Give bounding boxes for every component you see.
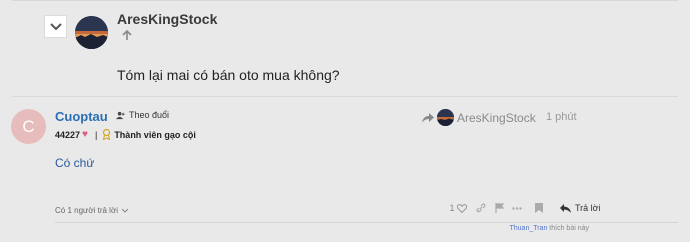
share-arrow-icon bbox=[422, 112, 434, 123]
more-icon bbox=[512, 206, 522, 210]
post-body-text: Có chứ bbox=[55, 156, 95, 170]
medal-icon bbox=[102, 129, 111, 140]
user-score: 44227 bbox=[55, 129, 81, 140]
stats-separator: | bbox=[94, 129, 98, 140]
replies-toggle-label: Có 1 người trả lời bbox=[55, 206, 118, 215]
reply-arrow-icon bbox=[560, 203, 571, 213]
like-count: 1 bbox=[449, 203, 455, 213]
share-link-button[interactable] bbox=[472, 203, 490, 213]
reply-button-label: Trả lời bbox=[575, 203, 601, 213]
reply-author-avatar[interactable] bbox=[75, 16, 108, 49]
heart-icon: ♥ bbox=[82, 129, 88, 140]
post-divider bbox=[12, 96, 678, 97]
bookmark-button[interactable] bbox=[530, 203, 548, 213]
reply-author-name[interactable]: AresKingStock bbox=[117, 11, 217, 27]
reply-to-username: AresKingStock bbox=[457, 110, 536, 125]
chevron-down-icon bbox=[121, 208, 129, 213]
liked-by-suffix: thích bài này bbox=[547, 225, 589, 232]
follow-button[interactable]: Theo đuổi bbox=[116, 110, 169, 120]
reply-to-link[interactable]: AresKingStock bbox=[422, 109, 536, 126]
bookmark-icon bbox=[535, 203, 543, 213]
user-follow-icon bbox=[116, 111, 125, 119]
more-button[interactable] bbox=[508, 206, 526, 210]
link-icon bbox=[476, 203, 486, 213]
reply-button[interactable]: Trả lời bbox=[560, 203, 601, 213]
reply-body-text: Tóm lại mai có bán oto mua không? bbox=[117, 67, 340, 83]
flag-icon bbox=[494, 203, 504, 213]
replies-toggle[interactable]: Có 1 người trả lời bbox=[55, 206, 129, 215]
user-stats: 44227 ♥ | Thành viên gạo cội bbox=[55, 129, 196, 140]
post-timestamp[interactable]: 1 phút bbox=[546, 111, 577, 123]
rank-title: Thành viên gạo cội bbox=[114, 129, 196, 140]
reply-to-avatar bbox=[437, 109, 454, 126]
collapse-button[interactable] bbox=[44, 15, 67, 38]
username[interactable]: Cuoptau bbox=[55, 109, 108, 124]
liker-link[interactable]: Thuan_Tran bbox=[509, 225, 547, 232]
post-actions: 1 Trả lời bbox=[448, 203, 601, 213]
follow-label: Theo đuổi bbox=[129, 110, 170, 120]
arrow-up-icon[interactable] bbox=[120, 28, 134, 42]
flag-button[interactable] bbox=[490, 203, 508, 213]
liked-by: Thuan_Tran thích bài này bbox=[509, 225, 589, 232]
heart-outline-icon bbox=[456, 203, 467, 213]
actions-divider bbox=[55, 222, 678, 223]
like-button[interactable]: 1 bbox=[448, 203, 468, 213]
embedded-reply: AresKingStock Tóm lại mai có bán oto mua… bbox=[0, 0, 690, 96]
chevron-down-icon bbox=[49, 22, 62, 30]
user-avatar[interactable]: C bbox=[11, 109, 46, 144]
